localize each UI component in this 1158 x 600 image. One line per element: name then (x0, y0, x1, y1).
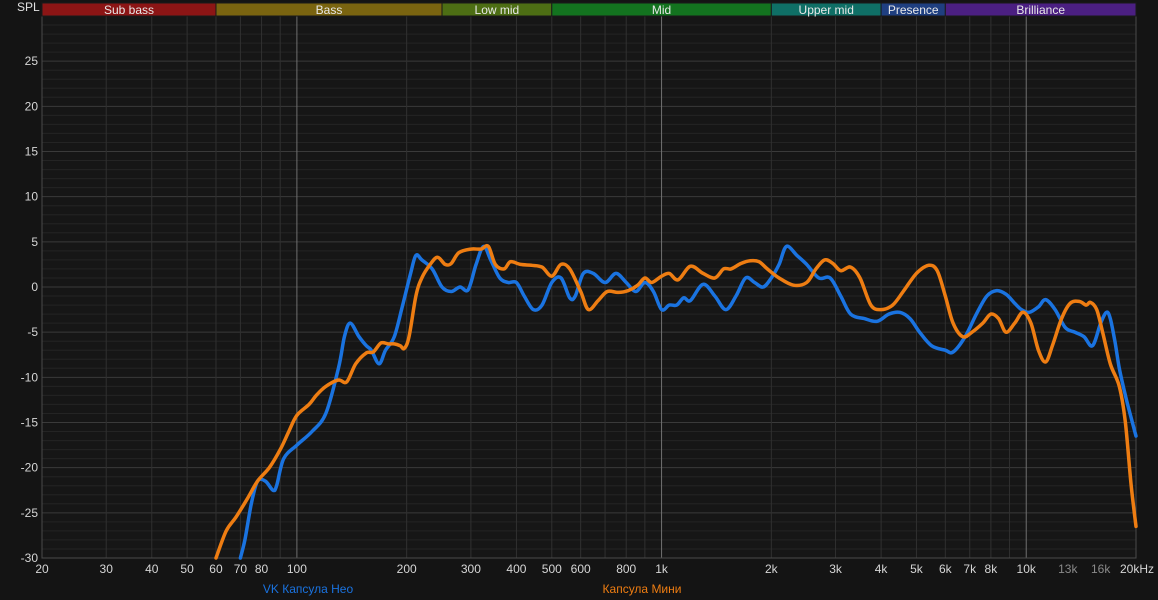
x-tick-label: 20kHz (1120, 562, 1154, 576)
x-tick-label: 70 (234, 562, 248, 576)
legend-entry-1: VK Капсула Нео (263, 582, 354, 596)
x-tick-label: 40 (145, 562, 159, 576)
x-tick-label: 3k (829, 562, 843, 576)
y-tick-label: -20 (21, 461, 39, 475)
x-tick-label: 80 (255, 562, 269, 576)
y-tick-label: -15 (21, 416, 39, 430)
x-tick-label: 600 (571, 562, 591, 576)
y-tick-label: 5 (31, 235, 38, 249)
y-axis-label: SPL (17, 0, 40, 14)
band-label: Sub bass (104, 3, 154, 17)
x-tick-label: 500 (542, 562, 562, 576)
frequency-bands: Sub bass Bass Low mid Mid Upper mid Presence B… (41, 2, 1137, 17)
x-tick-label: 16k (1091, 562, 1111, 576)
x-tick-label: 2k (765, 562, 779, 576)
x-tick-label: 60 (209, 562, 223, 576)
x-tick-label: 400 (506, 562, 526, 576)
x-tick-label: 30 (100, 562, 114, 576)
y-tick-label: -10 (21, 370, 39, 384)
band-label: Presence (888, 3, 939, 17)
y-tick-label: 0 (31, 280, 38, 294)
x-tick-label: 200 (397, 562, 417, 576)
y-tick-label: 15 (25, 145, 39, 159)
x-tick-label: 7k (963, 562, 977, 576)
x-tick-label: 10k (1017, 562, 1037, 576)
band-label: Low mid (475, 3, 520, 17)
x-tick-label: 6k (939, 562, 953, 576)
x-tick-label: 50 (180, 562, 194, 576)
y-tick-labels: 2520151050-5-10-15-20-25-30 (21, 54, 39, 565)
x-tick-label: 800 (616, 562, 636, 576)
band-label: Brilliance (1016, 3, 1065, 17)
x-tick-label: 300 (461, 562, 481, 576)
x-tick-label: 8k (985, 562, 999, 576)
x-tick-labels: 20 30 40 50 60 70 80 100 200 300 400 500 600 800 1k 2k 3… (35, 562, 1154, 576)
y-tick-label: -25 (21, 506, 39, 520)
x-tick-label: 100 (287, 562, 307, 576)
legend-entry-2: Капсула Мини (603, 582, 682, 596)
x-tick-label: 1k (655, 562, 669, 576)
x-tick-label: 5k (910, 562, 924, 576)
y-tick-label: 10 (25, 190, 39, 204)
x-tick-label: 20 (35, 562, 49, 576)
legend: VK Капсула Нео Капсула Мини (263, 582, 682, 596)
x-tick-label: 4k (875, 562, 889, 576)
grid (41, 15, 1137, 559)
band-label: Upper mid (799, 3, 854, 17)
y-tick-label: -5 (27, 325, 38, 339)
y-tick-label: 20 (25, 99, 39, 113)
frequency-response-chart: Sub bass Bass Low mid Mid Upper mid Presence B… (17, 0, 1154, 596)
x-tick-label: 13k (1058, 562, 1078, 576)
band-label: Mid (652, 3, 671, 17)
y-tick-label: 25 (25, 54, 39, 68)
band-label: Bass (316, 3, 343, 17)
